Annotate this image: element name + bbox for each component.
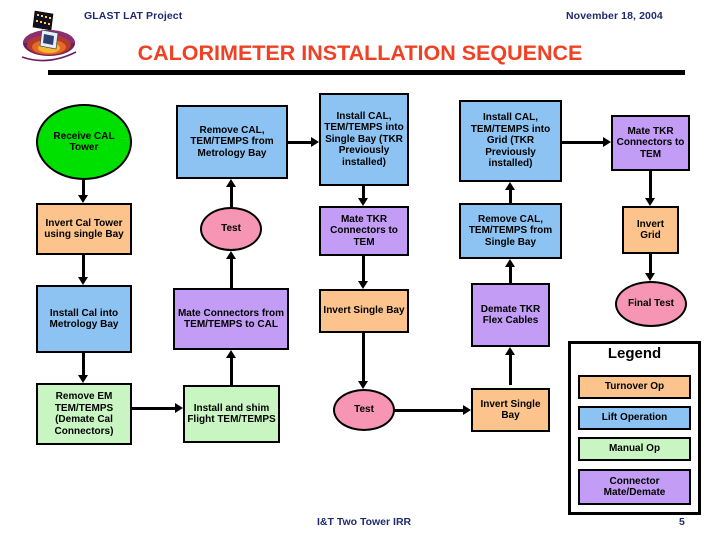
edge-arrow: [505, 182, 515, 190]
flow-node-label: Mate TKR Connectors to TEM: [616, 125, 685, 160]
flow-node-mate-tkr-connectors-to-tem-column5[interactable]: Mate TKR Connectors to TEM: [611, 115, 690, 171]
flow-node-install-cal-tem-temps-into-grid[interactable]: Install CAL, TEM/TEMPS into Grid (TKR Pr…: [459, 100, 562, 182]
edge-arrow: [505, 347, 515, 355]
legend-item-lift-operation: Lift Operation: [578, 406, 691, 430]
flow-node-install-and-shim-flight-tem-temps[interactable]: Install and shim Flight TEM/TEMPS: [183, 385, 280, 443]
legend-title: Legend: [607, 345, 662, 362]
footer-title: I&T Two Tower IRR: [317, 516, 412, 528]
flow-node-receive-cal-tower[interactable]: Receive CAL Tower: [36, 104, 132, 180]
edge-arrow: [226, 251, 236, 259]
flow-node-label: Remove CAL, TEM/TEMPS from Single Bay: [468, 213, 553, 248]
flow-node-test-column3[interactable]: Test: [333, 389, 395, 431]
flow-node-label: Receive CAL Tower: [53, 130, 115, 154]
flow-node-label: Install and shim Flight TEM/TEMPS: [187, 402, 276, 426]
edge-arrow: [226, 350, 236, 358]
flow-node-label: Install CAL, TEM/TEMPS into Grid (TKR Pr…: [470, 112, 551, 170]
edge-arrow: [463, 405, 471, 415]
edge-arrow: [311, 137, 319, 147]
footer-page-number: 5: [679, 516, 685, 528]
edge-arrow: [603, 137, 611, 147]
flow-node-label: Final Test: [628, 298, 674, 310]
edge-line: [562, 141, 603, 144]
slide-canvas: GLAST LAT Project November 18, 2004 CALO…: [0, 0, 720, 540]
page-title: CALORIMETER INSTALLATION SEQUENCE: [137, 41, 583, 65]
header-date-label: November 18, 2004: [566, 10, 663, 22]
edge-arrow: [226, 179, 236, 187]
edge-arrow: [645, 198, 655, 206]
flow-node-label: Invert Grid: [636, 218, 665, 242]
edge-arrow: [78, 375, 88, 383]
edge-arrow: [358, 281, 368, 289]
edge-line: [362, 333, 365, 381]
flow-node-final-test[interactable]: Final Test: [615, 281, 687, 327]
flow-node-remove-cal-tem-temps-from-single-bay[interactable]: Remove CAL, TEM/TEMPS from Single Bay: [459, 203, 562, 259]
flow-node-install-cal-into-metrology-bay[interactable]: Install Cal into Metrology Bay: [36, 285, 132, 353]
edge-arrow: [358, 381, 368, 389]
edge-line: [230, 358, 233, 385]
flow-node-label: Test: [221, 223, 241, 235]
edge-line: [509, 267, 512, 283]
legend-item-label: Manual Op: [608, 443, 661, 455]
header-project-label: GLAST LAT Project: [84, 10, 183, 22]
flow-node-label: Invert Single Bay: [480, 398, 541, 422]
flow-node-label: Invert Cal Tower using single Bay: [44, 217, 124, 241]
title-divider: [48, 70, 685, 75]
edge-line: [132, 407, 175, 410]
edge-line: [82, 180, 85, 196]
flow-node-label: Remove EM TEM/TEMPS (Demate Cal Connecto…: [54, 391, 114, 437]
flow-node-invert-single-bay-column3[interactable]: Invert Single Bay: [319, 289, 409, 333]
edge-arrow: [78, 195, 88, 203]
flow-node-mate-tkr-connectors-to-tem-column3[interactable]: Mate TKR Connectors to TEM: [319, 206, 409, 256]
flow-node-label: Mate Connectors from TEM/TEMPS to CAL: [177, 307, 285, 331]
edge-line: [394, 409, 463, 412]
flow-node-demate-tkr-flex-cables[interactable]: Demate TKR Flex Cables: [471, 283, 550, 347]
edge-line: [362, 256, 365, 281]
edge-line: [230, 259, 233, 288]
legend-item-turnover-op: Turnover Op: [578, 375, 691, 399]
legend-item-label: Turnover Op: [604, 381, 665, 393]
flow-node-label: Invert Single Bay: [323, 305, 405, 317]
flow-node-label: Demate TKR Flex Cables: [480, 303, 541, 327]
legend-item-label: Lift Operation: [601, 412, 668, 424]
legend-item-manual-op: Manual Op: [578, 437, 691, 461]
flow-node-remove-cal-tem-temps-from-metrology-bay[interactable]: Remove CAL, TEM/TEMPS from Metrology Bay: [176, 105, 288, 179]
legend-item-connector-mate-demate: Connector Mate/Demate: [578, 469, 691, 505]
flow-node-label: Remove CAL, TEM/TEMPS from Metrology Bay: [190, 124, 274, 159]
edge-line: [649, 254, 652, 273]
edge-arrow: [78, 277, 88, 285]
edge-line: [362, 186, 365, 198]
edge-line: [649, 171, 652, 198]
flow-node-label: Mate TKR Connectors to TEM: [330, 213, 398, 248]
flow-node-label: Install Cal into Metrology Bay: [49, 307, 119, 331]
edge-line: [288, 141, 312, 144]
edge-line: [509, 355, 512, 385]
edge-line: [82, 353, 85, 375]
flow-node-install-cal-tem-temps-into-single-bay[interactable]: Install CAL, TEM/TEMPS into Single Bay (…: [319, 93, 409, 186]
flow-node-label: Test: [354, 404, 374, 416]
flow-node-label: Install CAL, TEM/TEMPS into Single Bay (…: [324, 110, 404, 168]
edge-arrow: [645, 273, 655, 281]
flow-node-invert-cal-tower-using-single-bay[interactable]: Invert Cal Tower using single Bay: [36, 203, 132, 255]
edge-arrow: [175, 403, 183, 413]
legend-item-label: Connector Mate/Demate: [603, 475, 666, 499]
flow-node-test-column2[interactable]: Test: [200, 207, 262, 251]
flow-node-mate-connectors-from-tem-temps-to-cal[interactable]: Mate Connectors from TEM/TEMPS to CAL: [173, 288, 289, 350]
edge-arrow: [358, 198, 368, 206]
edge-arrow: [505, 259, 515, 267]
flow-node-invert-single-bay-column4[interactable]: Invert Single Bay: [471, 388, 550, 432]
flow-node-invert-grid[interactable]: Invert Grid: [622, 206, 679, 254]
flow-node-remove-em-tem-temps[interactable]: Remove EM TEM/TEMPS (Demate Cal Connecto…: [36, 383, 132, 445]
edge-line: [230, 187, 233, 207]
edge-line: [509, 190, 512, 203]
edge-line: [82, 255, 85, 277]
